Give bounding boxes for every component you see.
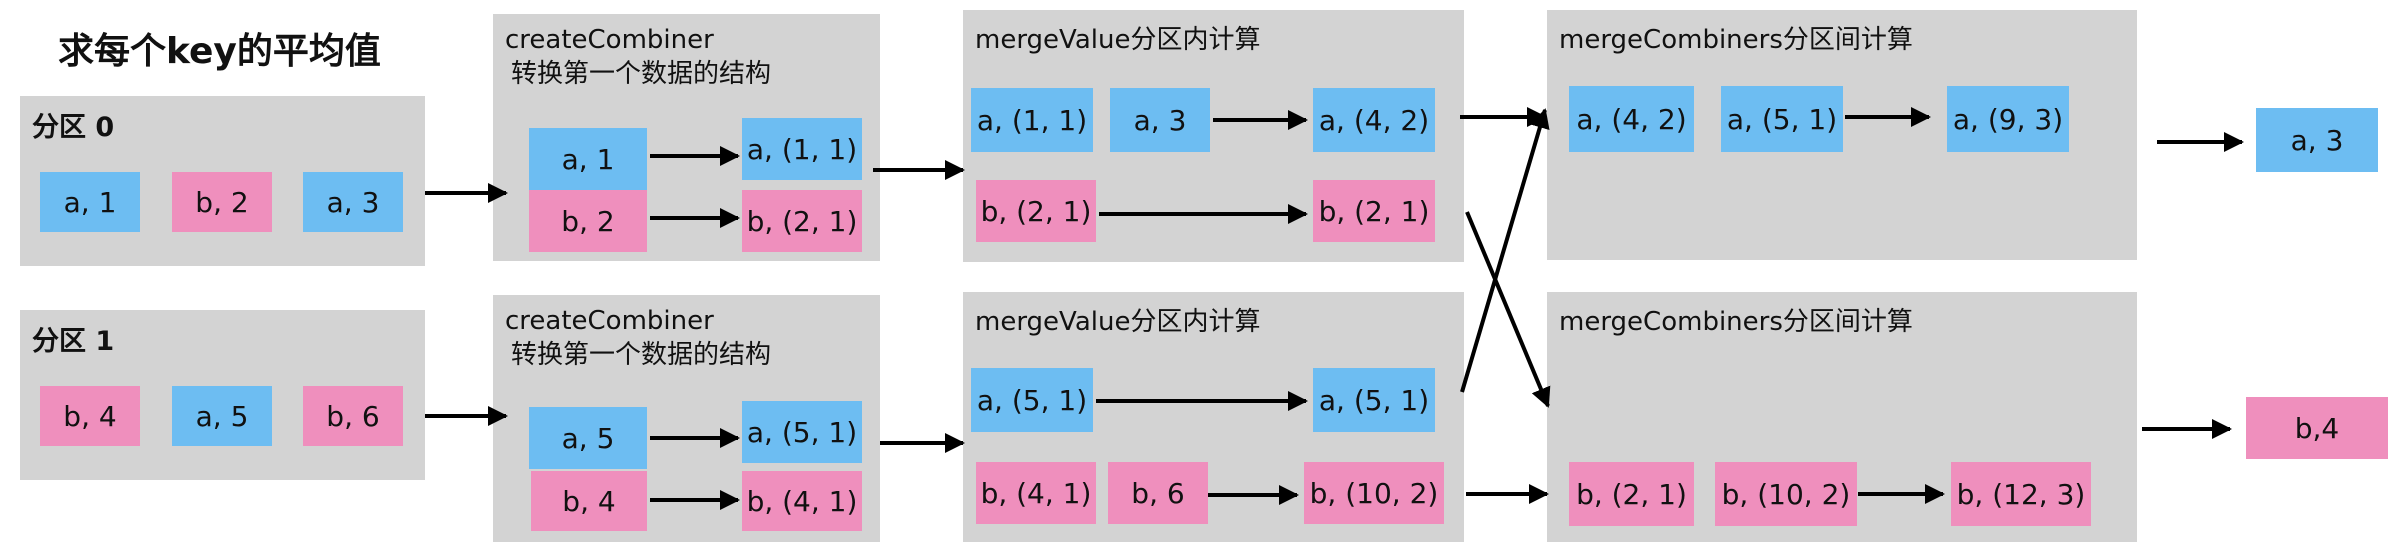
arrow-mv1a-to-mc0 xyxy=(1460,108,1550,393)
flow-arrows xyxy=(425,107,2244,510)
